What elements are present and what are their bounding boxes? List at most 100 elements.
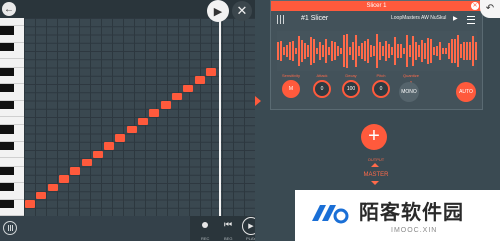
waveform-bar	[337, 46, 339, 56]
waveform-bar	[334, 41, 336, 61]
expand-arrow-icon[interactable]	[255, 96, 261, 106]
black-key[interactable]	[0, 26, 14, 35]
black-key[interactable]	[0, 166, 14, 175]
black-key[interactable]	[0, 42, 14, 51]
black-key[interactable]	[0, 67, 14, 76]
add-plugin-button[interactable]: +	[361, 124, 387, 150]
white-key[interactable]	[0, 59, 24, 68]
note[interactable]	[47, 183, 58, 191]
white-key[interactable]	[0, 175, 24, 183]
white-key[interactable]	[0, 191, 24, 200]
note[interactable]	[138, 117, 148, 125]
mono-button[interactable]: MONO	[399, 82, 419, 102]
waveform-bar	[460, 44, 462, 58]
output-up-icon[interactable]	[371, 163, 379, 167]
sensitivity-label: Sensitivity	[281, 73, 300, 78]
plugin-title-bar[interactable]: Slicer 1 ✕	[271, 1, 482, 11]
corner-back-button[interactable]: ↶	[480, 0, 500, 18]
auto-button[interactable]: AUTO	[456, 82, 476, 102]
piano-roll[interactable]: ← ▶ ✕	[0, 0, 255, 241]
skip-back-icon: ⏮	[224, 219, 233, 229]
waveform-bar	[436, 45, 438, 57]
note[interactable]	[58, 175, 69, 183]
note[interactable]	[160, 101, 171, 109]
note[interactable]	[149, 109, 160, 117]
note[interactable]	[171, 92, 182, 101]
rewind-button[interactable]: ⏮	[224, 219, 232, 230]
waveform-bar	[331, 40, 333, 62]
white-key[interactable]	[0, 92, 24, 101]
sensitivity-knob[interactable]: M	[282, 80, 300, 98]
black-key[interactable]	[0, 141, 14, 150]
close-button[interactable]: ✕	[232, 1, 252, 21]
black-key[interactable]	[0, 183, 14, 192]
white-key[interactable]	[0, 134, 24, 142]
attack-knob[interactable]: 0	[313, 80, 331, 98]
note[interactable]	[36, 191, 47, 200]
back-button[interactable]: ←	[2, 2, 16, 16]
note[interactable]	[126, 125, 137, 134]
playhead[interactable]	[219, 8, 221, 224]
note[interactable]	[92, 150, 103, 158]
note[interactable]	[194, 76, 205, 84]
white-key[interactable]	[0, 117, 24, 126]
note[interactable]	[104, 142, 115, 150]
output-select[interactable]: MASTER	[358, 172, 394, 178]
menu-icon[interactable]	[467, 16, 475, 24]
note[interactable]	[81, 158, 92, 167]
waveform-bar	[292, 41, 294, 61]
note[interactable]	[115, 134, 126, 142]
white-key[interactable]	[0, 51, 24, 60]
decay-knob[interactable]: 100	[342, 80, 360, 98]
waveform-bar	[391, 46, 393, 56]
attack-label: Attack	[316, 73, 328, 78]
waveform-bar	[475, 42, 477, 60]
preset-name[interactable]: LoopMasters AW NuSkul	[391, 15, 446, 21]
black-key[interactable]	[0, 125, 14, 134]
waveform-bar	[415, 41, 417, 61]
white-key[interactable]	[0, 76, 24, 84]
note[interactable]	[70, 167, 81, 175]
waveform-display[interactable]	[277, 31, 477, 71]
waveform-bar	[283, 47, 285, 55]
waveform-bar	[373, 46, 375, 56]
plugin-window: Slicer 1 ✕ #1 Slicer LoopMasters AW NuSk…	[270, 0, 483, 110]
note[interactable]	[205, 68, 216, 76]
white-key[interactable]	[0, 150, 24, 159]
white-key[interactable]	[0, 208, 24, 216]
waveform-bar	[412, 35, 414, 67]
plus-icon: +	[368, 125, 380, 147]
rewind-label: BEG	[224, 236, 233, 241]
white-key[interactable]	[0, 35, 24, 43]
white-key[interactable]	[0, 18, 24, 27]
white-key[interactable]	[0, 158, 24, 167]
record-label: REC	[201, 236, 210, 241]
waveform-bar	[400, 43, 402, 59]
pitch-knob[interactable]: 0	[372, 80, 390, 98]
piano-keyboard[interactable]	[0, 18, 24, 216]
waveform-bar	[307, 44, 309, 58]
grip-icon[interactable]	[3, 221, 17, 235]
playhead-handle-button[interactable]: ▶	[207, 0, 229, 22]
waveform-bar	[286, 45, 288, 57]
watermark-logo-icon	[312, 205, 349, 224]
waveform-bar	[349, 47, 351, 55]
black-key[interactable]	[0, 100, 14, 109]
preview-play-icon[interactable]: ▶	[453, 15, 458, 22]
record-button[interactable]	[202, 222, 208, 228]
plugin-header: #1 Slicer LoopMasters AW NuSkul ▶	[271, 11, 482, 27]
waveform-bar	[364, 40, 366, 62]
black-key[interactable]	[0, 84, 14, 93]
output-label: OUTPUT	[367, 157, 385, 162]
waveform-bar	[343, 34, 345, 68]
waveform-bar	[316, 47, 318, 55]
quantize-label: Quantize	[402, 73, 419, 78]
output-down-icon[interactable]	[371, 181, 379, 185]
plugin-close-button[interactable]: ✕	[471, 2, 479, 10]
white-key[interactable]	[0, 109, 24, 117]
note[interactable]	[183, 84, 194, 92]
note[interactable]	[25, 200, 35, 208]
waveform-bar	[457, 34, 459, 68]
black-key[interactable]	[0, 199, 14, 208]
drag-handle-icon[interactable]	[277, 15, 285, 24]
